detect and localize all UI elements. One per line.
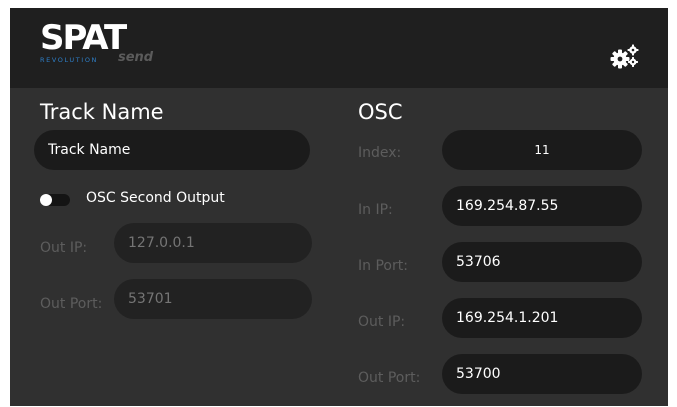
osc-out-ip-label: Out IP: bbox=[358, 314, 406, 330]
revolution-logo-text: REVOLUTION bbox=[40, 56, 98, 64]
track-name-title: Track Name bbox=[40, 100, 164, 124]
track-out-ip-label: Out IP: bbox=[40, 240, 88, 256]
osc-out-port-input[interactable] bbox=[442, 354, 642, 394]
toggle-knob bbox=[40, 194, 52, 206]
osc-out-port-label: Out Port: bbox=[358, 370, 421, 386]
send-logo-text: send bbox=[118, 50, 154, 65]
osc-second-output-toggle[interactable] bbox=[40, 194, 70, 206]
osc-in-ip-label: In IP: bbox=[358, 202, 393, 218]
spat-logo: SPAT bbox=[40, 18, 127, 58]
osc-in-port-input[interactable] bbox=[442, 242, 642, 282]
track-name-input[interactable] bbox=[34, 130, 310, 170]
osc-in-ip-input[interactable] bbox=[442, 186, 642, 226]
osc-in-port-label: In Port: bbox=[358, 258, 408, 274]
osc-second-output-label: OSC Second Output bbox=[86, 190, 225, 206]
settings-gears-icon[interactable] bbox=[608, 42, 644, 70]
osc-index-label: Index: bbox=[358, 145, 402, 161]
osc-out-ip-input[interactable] bbox=[442, 298, 642, 338]
osc-title: OSC bbox=[358, 100, 403, 124]
osc-index-value[interactable]: 11 bbox=[442, 130, 642, 170]
app-window: SPAT REVOLUTION send Track Name Track Na… bbox=[10, 8, 668, 406]
header-bar: SPAT REVOLUTION send bbox=[10, 8, 668, 88]
track-out-port-label: Out Port: bbox=[40, 296, 103, 312]
track-out-port-input[interactable] bbox=[114, 279, 312, 319]
track-out-ip-input[interactable] bbox=[114, 223, 312, 263]
